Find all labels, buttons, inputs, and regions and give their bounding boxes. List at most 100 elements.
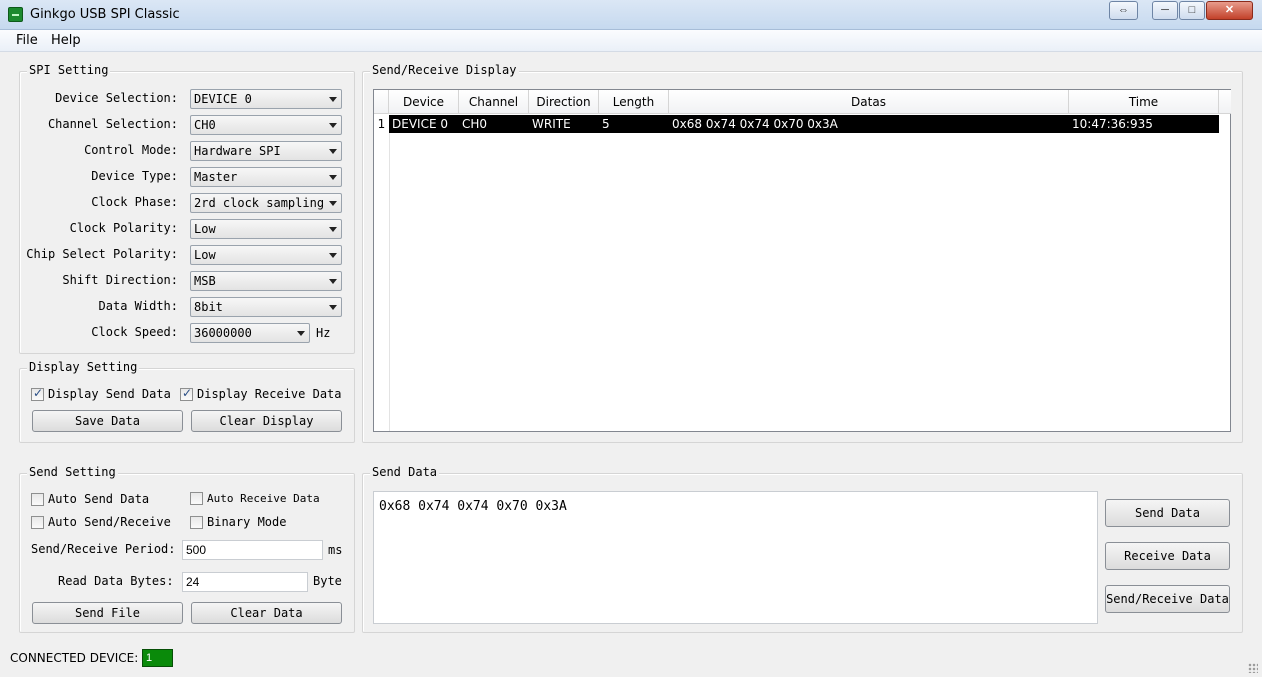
- clock-phase-combo[interactable]: 2rd clock sampling: [190, 193, 342, 213]
- clock-speed-label: Clock Speed:: [91, 325, 178, 339]
- row-number-divider: [389, 115, 390, 431]
- auto-receive-data-checkbox[interactable]: [190, 492, 203, 505]
- cs-polarity-combo[interactable]: Low: [190, 245, 342, 265]
- send-data-button[interactable]: Send Data: [1105, 499, 1230, 527]
- device-selection-value: DEVICE 0: [194, 92, 252, 106]
- connected-device-count: 1: [142, 649, 173, 667]
- control-mode-label: Control Mode:: [84, 143, 178, 157]
- menu-file[interactable]: File: [16, 33, 38, 48]
- channel-selection-combo[interactable]: CH0: [190, 115, 342, 135]
- device-type-value: Master: [194, 170, 238, 184]
- cell-datas: 0x68 0x74 0x74 0x70 0x3A: [672, 117, 838, 131]
- send-setting-title: Send Setting: [27, 465, 118, 479]
- cs-polarity-value: Low: [194, 248, 216, 262]
- column-header-channel[interactable]: Channel: [459, 90, 529, 114]
- restore-layout-button[interactable]: ⇔: [1109, 1, 1138, 20]
- cell-direction: WRITE: [532, 117, 571, 131]
- menu-help[interactable]: Help: [51, 33, 81, 48]
- period-label: Send/Receive Period:: [31, 542, 176, 556]
- display-setting-title: Display Setting: [27, 360, 140, 374]
- close-button[interactable]: ✕: [1206, 1, 1253, 20]
- header-filler: [1219, 90, 1231, 114]
- cs-polarity-label: Chip Select Polarity:: [26, 247, 178, 261]
- period-unit: ms: [328, 543, 343, 557]
- clock-polarity-label: Clock Polarity:: [69, 221, 178, 235]
- receive-data-button[interactable]: Receive Data: [1105, 542, 1230, 570]
- chevron-down-icon: [329, 149, 337, 154]
- row-number: 1: [377, 117, 386, 131]
- cell-device: DEVICE 0: [392, 117, 448, 131]
- chevron-down-icon: [329, 279, 337, 284]
- clock-speed-combo[interactable]: 36000000: [190, 323, 310, 343]
- channel-selection-label: Channel Selection:: [47, 117, 178, 131]
- title-bar: Ginkgo USB SPI Classic ⇔ ─ □ ✕: [0, 0, 1262, 30]
- clear-data-button[interactable]: Clear Data: [191, 602, 342, 624]
- clock-speed-value: 36000000: [194, 326, 252, 340]
- data-width-label: Data Width:: [98, 299, 178, 313]
- auto-send-data-checkbox[interactable]: [31, 493, 44, 506]
- chevron-down-icon: [329, 201, 337, 206]
- cell-time: 10:47:36:935: [1072, 117, 1153, 131]
- channel-selection-value: CH0: [194, 118, 216, 132]
- send-data-title: Send Data: [370, 465, 440, 479]
- chevron-down-icon: [329, 253, 337, 258]
- data-width-combo[interactable]: 8bit: [190, 297, 342, 317]
- read-bytes-unit: Byte: [313, 574, 342, 588]
- display-receive-data-checkbox[interactable]: [180, 386, 193, 401]
- data-table[interactable]: Device Channel Direction Length Datas Ti…: [373, 89, 1231, 432]
- column-header-datas[interactable]: Datas: [669, 90, 1069, 114]
- chevron-down-icon: [329, 97, 337, 102]
- connected-device-label: CONNECTED DEVICE:: [10, 651, 139, 665]
- send-receive-data-button[interactable]: Send/Receive Data: [1105, 585, 1230, 613]
- resize-grip-icon[interactable]: [1248, 663, 1258, 673]
- chevron-down-icon: [329, 175, 337, 180]
- display-send-data-label: Display Send Data: [48, 387, 171, 401]
- control-mode-combo[interactable]: Hardware SPI: [190, 141, 342, 161]
- clock-polarity-combo[interactable]: Low: [190, 219, 342, 239]
- column-header-device[interactable]: Device: [389, 90, 459, 114]
- send-data-textarea[interactable]: 0x68 0x74 0x74 0x70 0x3A: [373, 491, 1098, 624]
- column-header-length[interactable]: Length: [599, 90, 669, 114]
- period-input[interactable]: 500: [182, 540, 323, 560]
- display-send-data-checkbox[interactable]: [31, 386, 44, 401]
- display-receive-data-label: Display Receive Data: [197, 387, 342, 401]
- clock-polarity-value: Low: [194, 222, 216, 236]
- data-width-value: 8bit: [194, 300, 223, 314]
- cell-channel: CH0: [462, 117, 488, 131]
- device-selection-combo[interactable]: DEVICE 0: [190, 89, 342, 109]
- send-file-button[interactable]: Send File: [32, 602, 183, 624]
- cell-length: 5: [602, 117, 610, 131]
- clock-phase-value: 2rd clock sampling: [194, 196, 325, 210]
- chevron-down-icon: [329, 227, 337, 232]
- shift-direction-value: MSB: [194, 274, 216, 288]
- shift-direction-label: Shift Direction:: [62, 273, 178, 287]
- read-bytes-input[interactable]: 24: [182, 572, 308, 592]
- device-selection-label: Device Selection:: [55, 91, 178, 105]
- device-type-combo[interactable]: Master: [190, 167, 342, 187]
- binary-mode-label: Binary Mode: [207, 515, 287, 529]
- auto-receive-data-label: Auto Receive Data: [207, 492, 320, 505]
- auto-send-receive-label: Auto Send/Receive: [48, 515, 171, 529]
- chevron-down-icon: [329, 305, 337, 310]
- column-header-time[interactable]: Time: [1069, 90, 1219, 114]
- column-header-direction[interactable]: Direction: [529, 90, 599, 114]
- clear-display-button[interactable]: Clear Display: [191, 410, 342, 432]
- app-icon: [8, 7, 23, 22]
- read-bytes-label: Read Data Bytes:: [58, 574, 174, 588]
- clock-phase-label: Clock Phase:: [91, 195, 178, 209]
- device-type-label: Device Type:: [91, 169, 178, 183]
- control-mode-value: Hardware SPI: [194, 144, 281, 158]
- save-data-button[interactable]: Save Data: [32, 410, 183, 432]
- spi-setting-title: SPI Setting: [27, 63, 111, 77]
- chevron-down-icon: [329, 123, 337, 128]
- row-number-header: [374, 90, 389, 114]
- shift-direction-combo[interactable]: MSB: [190, 271, 342, 291]
- clock-speed-unit: Hz: [316, 326, 331, 340]
- auto-send-receive-checkbox[interactable]: [31, 516, 44, 529]
- binary-mode-checkbox[interactable]: [190, 516, 203, 529]
- chevron-down-icon: [297, 331, 305, 336]
- minimize-button[interactable]: ─: [1152, 1, 1178, 20]
- maximize-button[interactable]: □: [1179, 1, 1205, 20]
- menu-bar: File Help: [0, 30, 1262, 52]
- auto-send-data-label: Auto Send Data: [48, 492, 150, 506]
